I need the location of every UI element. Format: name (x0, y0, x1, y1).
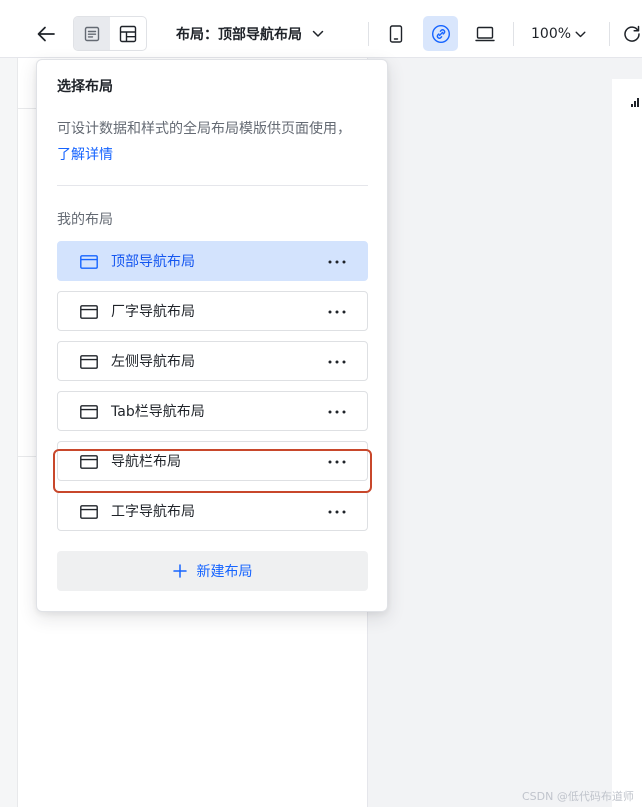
more-horizontal-icon (328, 460, 346, 464)
window-layout-icon (80, 455, 98, 469)
toolbar-separator (609, 22, 610, 46)
window-layout-icon (80, 255, 98, 269)
layout-selector-title: 布局：顶部导航布局 (176, 27, 302, 43)
layout-item-navbar[interactable]: 导航栏布局 (57, 441, 368, 481)
layout-item-chang-nav[interactable]: 厂字导航布局 (57, 291, 368, 331)
toolbar-separator (513, 22, 514, 46)
layout-item-top-nav[interactable]: 顶部导航布局 (57, 241, 368, 281)
zoom-selector[interactable]: 100% (525, 18, 592, 50)
popover-title: 选择布局 (57, 79, 113, 95)
chevron-down-icon (575, 31, 586, 37)
page-view-button[interactable] (74, 17, 110, 50)
chevron-down-icon (312, 30, 324, 37)
refresh-icon (624, 25, 640, 42)
more-horizontal-icon (328, 410, 346, 414)
window-layout-icon (80, 355, 98, 369)
toolbar-separator (368, 22, 369, 46)
watermark-text: CSDN @低代码布道师 (522, 790, 634, 803)
popover-divider (57, 185, 368, 186)
canvas-area (368, 58, 642, 807)
window-layout-icon (80, 405, 98, 419)
layout-item-label: 顶部导航布局 (111, 254, 195, 270)
window-layout-icon (80, 305, 98, 319)
layout-select-popover: 选择布局 可设计数据和样式的全局布局模版供页面使用， 了解详情 我的布局 顶部导航… (36, 59, 388, 612)
desktop-icon (475, 26, 495, 42)
signal-bars-icon (631, 97, 642, 107)
layout-selector-button[interactable]: 布局：顶部导航布局 (170, 18, 330, 50)
more-options-button[interactable] (325, 450, 349, 474)
layout-item-label: 厂字导航布局 (111, 304, 195, 320)
desktop-preview-button[interactable] (468, 17, 502, 51)
more-horizontal-icon (328, 360, 346, 364)
layout-item-tab-nav[interactable]: Tab栏导航布局 (57, 391, 368, 431)
more-options-button[interactable] (325, 350, 349, 374)
mobile-preview-button[interactable] (380, 17, 412, 51)
mobile-icon (389, 25, 403, 43)
my-layouts-heading: 我的布局 (57, 212, 113, 228)
link-preview-button[interactable] (423, 16, 458, 51)
zoom-value: 100% (531, 26, 572, 42)
left-edge-strip (0, 0, 18, 807)
more-options-button[interactable] (325, 400, 349, 424)
layout-item-left-nav[interactable]: 左侧导航布局 (57, 341, 368, 381)
popover-description-text: 可设计数据和样式的全局布局模版供页面使用， (57, 121, 351, 137)
layout-item-label: 工字导航布局 (111, 504, 195, 520)
learn-more-link[interactable]: 了解详情 (57, 147, 113, 163)
top-toolbar: 布局：顶部导航布局 100% (0, 0, 642, 58)
more-options-button[interactable] (325, 500, 349, 524)
more-horizontal-icon (328, 510, 346, 514)
window-layout-icon (80, 505, 98, 519)
more-horizontal-icon (328, 260, 346, 264)
popover-description: 可设计数据和样式的全局布局模版供页面使用， 了解详情 (57, 116, 357, 168)
back-button[interactable] (32, 17, 60, 51)
layout-item-label: 导航栏布局 (111, 454, 181, 470)
layout-item-gong-nav[interactable]: 工字导航布局 (57, 491, 368, 531)
refresh-button[interactable] (622, 17, 642, 51)
layout-item-label: Tab栏导航布局 (111, 404, 205, 420)
more-options-button[interactable] (325, 250, 349, 274)
new-layout-label: 新建布局 (196, 564, 253, 580)
plus-icon (172, 564, 187, 578)
link-icon (431, 24, 450, 43)
page-list-icon (84, 26, 100, 41)
canvas-page (612, 79, 642, 807)
layout-view-button[interactable] (110, 17, 146, 50)
more-options-button[interactable] (325, 300, 349, 324)
new-layout-button[interactable]: 新建布局 (57, 551, 368, 591)
arrow-left-icon (37, 26, 55, 42)
layout-item-label: 左侧导航布局 (111, 354, 195, 370)
more-horizontal-icon (328, 310, 346, 314)
layout-grid-icon (119, 25, 137, 42)
